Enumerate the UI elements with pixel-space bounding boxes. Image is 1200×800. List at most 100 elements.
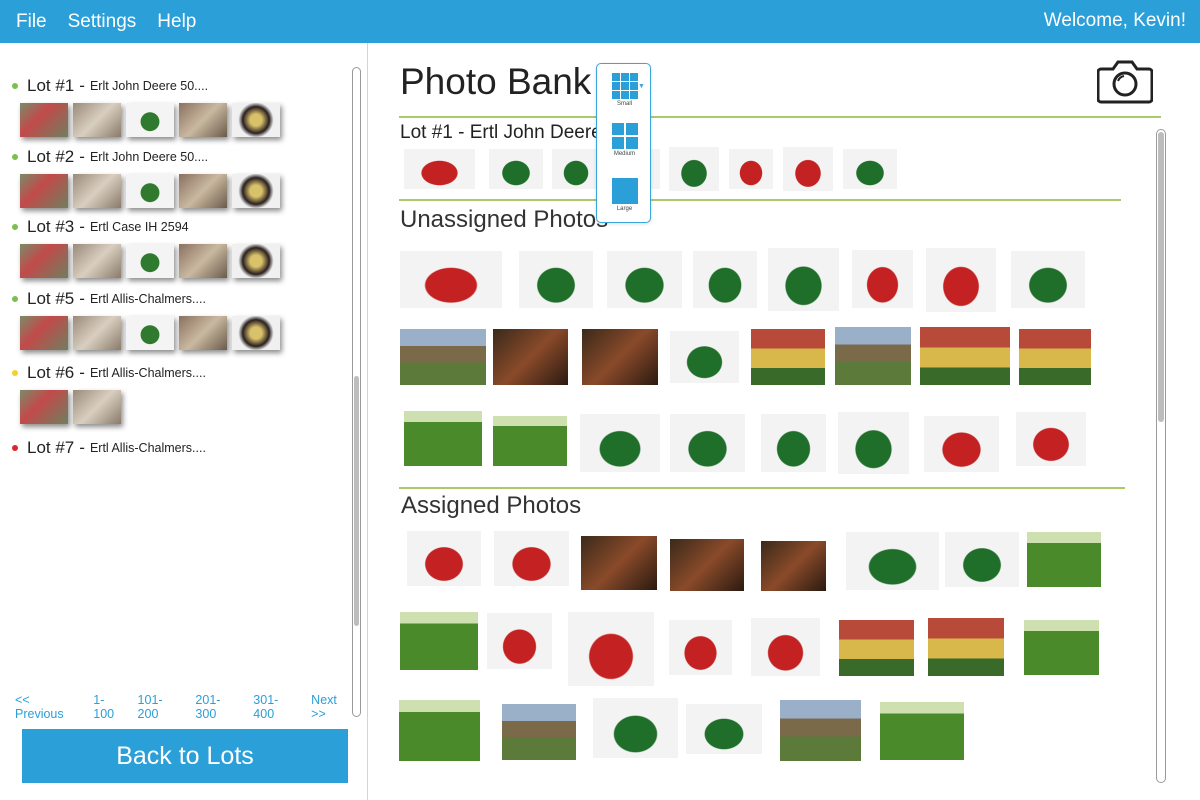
photo-thumbnail[interactable] [404,411,482,466]
size-medium-option[interactable]: Medium [597,123,652,157]
lot-item[interactable]: Lot #5- Ertl Allis-Chalmers.... [12,289,285,350]
photo-thumbnail[interactable] [493,329,568,385]
photo-thumbnail[interactable] [783,147,833,191]
photo-thumbnail[interactable] [669,147,719,191]
photo-thumbnail[interactable] [751,618,820,676]
sidebar-scroll-thumb[interactable] [354,376,359,626]
photo-thumbnail[interactable] [489,149,543,189]
pager-101-200[interactable]: 101-200 [138,693,183,721]
lot-item[interactable]: Lot #1- Erlt John Deere 50.... [12,76,285,137]
camera-icon[interactable] [1096,57,1154,110]
lot-thumbnail[interactable] [179,174,227,208]
menu-help[interactable]: Help [157,11,196,33]
photo-thumbnail[interactable] [835,327,911,385]
menu-settings[interactable]: Settings [68,11,137,33]
pager-previous[interactable]: << Previous [15,693,80,721]
photo-thumbnail[interactable] [400,251,502,308]
photo-thumbnail[interactable] [839,620,914,676]
menu-file[interactable]: File [16,11,47,33]
photo-thumbnail[interactable] [843,149,897,189]
lot-thumbnail[interactable] [232,244,280,278]
lot-thumbnail[interactable] [126,316,174,350]
lot-item[interactable]: Lot #2- Erlt John Deere 50.... [12,147,285,208]
photo-thumbnail[interactable] [593,698,678,758]
lot-thumbnail[interactable] [179,244,227,278]
lot-thumbnail[interactable] [179,316,227,350]
photo-thumbnail[interactable] [493,416,567,466]
photo-thumbnail[interactable] [670,539,744,591]
lot-thumbnail[interactable] [20,103,68,137]
photo-thumbnail[interactable] [1016,412,1086,466]
photo-thumbnail[interactable] [1011,251,1085,308]
size-small-option[interactable]: Small [597,73,652,107]
photo-thumbnail[interactable] [581,536,657,590]
photo-scroll-thumb[interactable] [1158,132,1164,422]
lot-thumbnail[interactable] [20,244,68,278]
pager-1-100[interactable]: 1-100 [93,693,124,721]
lot-separator: - [79,363,85,382]
photo-thumbnail[interactable] [568,612,654,686]
photo-thumbnail[interactable] [399,700,480,761]
back-to-lots-button[interactable]: Back to Lots [22,729,348,783]
photo-thumbnail[interactable] [751,329,825,385]
photo-thumbnail[interactable] [400,329,486,385]
photo-thumbnail[interactable] [669,620,732,675]
photo-thumbnail[interactable] [670,331,739,383]
lot-thumbnail[interactable] [73,103,121,137]
photo-thumbnail[interactable] [768,248,839,311]
photo-thumbnail[interactable] [693,251,757,308]
lot-item[interactable]: Lot #7- Ertl Allis-Chalmers.... [12,438,206,458]
photo-thumbnail[interactable] [519,251,593,308]
photo-thumbnail[interactable] [852,250,913,308]
photo-thumbnail[interactable] [926,248,996,312]
photo-thumbnail[interactable] [846,532,939,590]
photo-thumbnail[interactable] [400,612,478,670]
photo-thumbnail[interactable] [502,704,576,760]
photo-thumbnail[interactable] [1024,620,1099,675]
photo-thumbnail[interactable] [607,251,682,308]
photo-thumbnail[interactable] [761,414,826,472]
photo-thumbnail[interactable] [580,414,660,472]
photo-thumbnail[interactable] [487,613,552,669]
photo-thumbnail[interactable] [494,531,569,586]
photo-thumbnail[interactable] [761,541,826,591]
lot-thumbnail[interactable] [126,174,174,208]
photo-scrollbar[interactable] [1156,129,1166,783]
size-large-option[interactable]: Large [597,178,652,212]
photo-thumbnail[interactable] [686,704,762,754]
photo-thumbnail[interactable] [404,149,475,189]
photo-thumbnail[interactable] [945,532,1019,587]
photo-thumbnail[interactable] [838,412,909,474]
lot-thumbnail[interactable] [73,174,121,208]
lot-thumbnail[interactable] [20,390,68,424]
photo-thumbnail[interactable] [729,149,773,189]
photo-thumbnail[interactable] [582,329,658,385]
photo-thumbnail[interactable] [670,414,745,472]
photo-thumbnail[interactable] [880,702,964,760]
photo-thumbnail[interactable] [920,327,1010,385]
lot-thumbnail[interactable] [73,390,121,424]
photo-thumbnail[interactable] [1027,532,1101,587]
lot-thumbnail[interactable] [73,244,121,278]
lot-thumbnail[interactable] [73,316,121,350]
pager-301-400[interactable]: 301-400 [253,693,298,721]
lot-thumbnail[interactable] [232,103,280,137]
lot-thumbnail[interactable] [20,174,68,208]
photo-thumbnail[interactable] [924,416,999,472]
lot-item[interactable]: Lot #3- Ertl Case IH 2594 [12,217,285,278]
lot-item[interactable]: Lot #6- Ertl Allis-Chalmers.... [12,363,206,424]
lot-thumbnail[interactable] [20,316,68,350]
sidebar-scrollbar[interactable] [352,67,361,717]
lot-thumbnail[interactable] [232,174,280,208]
photo-thumbnail[interactable] [780,700,861,761]
lot-thumbnail[interactable] [126,244,174,278]
lot-thumbnail[interactable] [232,316,280,350]
photo-thumbnail[interactable] [1019,329,1091,385]
lot-thumbnail[interactable] [179,103,227,137]
pager-201-300[interactable]: 201-300 [195,693,240,721]
photo-thumbnail[interactable] [552,149,600,189]
lot-thumbnail[interactable] [126,103,174,137]
pager-next[interactable]: Next >> [311,693,354,721]
photo-thumbnail[interactable] [407,531,481,586]
photo-thumbnail[interactable] [928,618,1004,676]
